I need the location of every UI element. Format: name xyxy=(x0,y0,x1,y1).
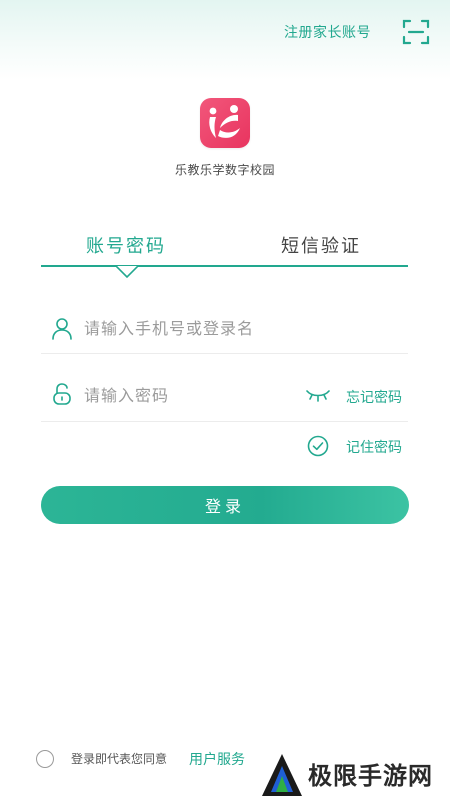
watermark: 极限手游网 xyxy=(256,750,446,798)
unlock-icon xyxy=(53,383,71,405)
eye-closed-icon[interactable] xyxy=(306,386,330,404)
login-button[interactable]: 登录 xyxy=(41,486,409,524)
watermark-text: 极限手游网 xyxy=(308,761,433,790)
register-parent-account-link[interactable]: 注册家长账号 xyxy=(284,22,371,42)
remember-password-label[interactable]: 记住密码 xyxy=(346,437,402,457)
agreement-text: 登录即代表您同意 xyxy=(71,752,168,766)
username-input[interactable] xyxy=(84,317,364,339)
watermark-logo-icon xyxy=(262,754,302,796)
active-tab-indicator xyxy=(116,266,138,278)
header-background xyxy=(0,0,450,80)
remember-password-checkbox[interactable] xyxy=(307,435,329,457)
app-name: 乐教乐学数字校园 xyxy=(174,163,275,177)
tab-underline xyxy=(41,265,408,267)
tab-account-password[interactable]: 账号密码 xyxy=(86,232,166,258)
forgot-password-link[interactable]: 忘记密码 xyxy=(346,387,402,407)
tab-sms-verification[interactable]: 短信验证 xyxy=(281,232,361,258)
user-icon xyxy=(52,318,72,340)
user-service-link[interactable]: 用户服务 xyxy=(189,749,245,769)
password-divider xyxy=(41,421,408,422)
password-input[interactable] xyxy=(84,384,284,406)
app-logo xyxy=(200,98,250,148)
scan-icon[interactable] xyxy=(402,18,430,46)
username-divider xyxy=(41,353,408,354)
agreement-radio[interactable] xyxy=(36,750,54,768)
